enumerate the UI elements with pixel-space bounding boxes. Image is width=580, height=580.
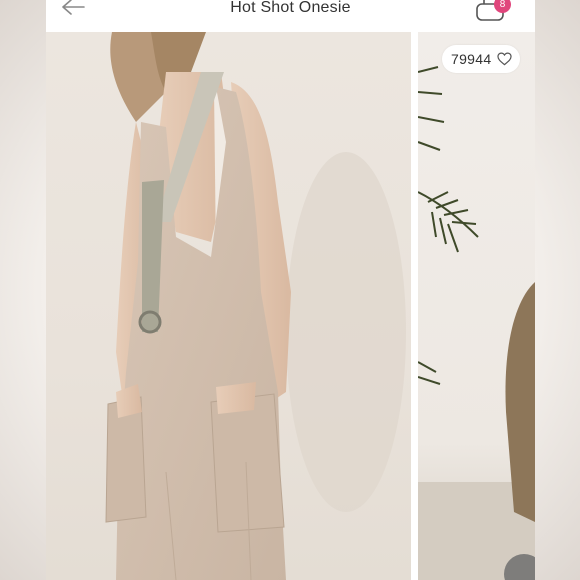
app-screen: Hot Shot Onesie 8 79944 [46, 0, 535, 580]
next-product-photo[interactable] [418, 32, 535, 580]
product-photo-image [105, 32, 406, 580]
product-photo[interactable] [46, 32, 411, 580]
like-count: 79944 [451, 51, 492, 67]
top-bar: Hot Shot Onesie 8 [46, 0, 535, 32]
next-photo-image [418, 66, 535, 580]
heart-icon [497, 52, 513, 66]
page-title: Hot Shot Onesie [230, 0, 351, 16]
like-button[interactable]: 79944 [442, 45, 520, 73]
